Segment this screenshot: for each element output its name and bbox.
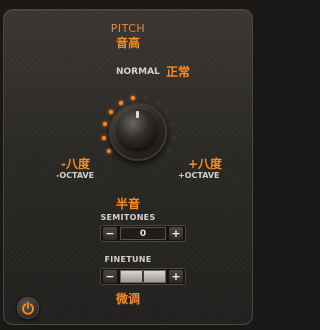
knob-led [165, 110, 169, 114]
knob-led [103, 122, 107, 126]
knob-led [109, 110, 113, 114]
octave-knob[interactable] [98, 92, 178, 172]
normal-label-cn: 正常 [166, 65, 191, 79]
power-button[interactable] [17, 297, 39, 319]
minus-octave-label-cn: -八度 [61, 157, 90, 171]
knob-led [107, 149, 111, 153]
knob-pointer [136, 111, 139, 118]
semitones-stepper: − 0 + [100, 225, 186, 242]
knob-led [156, 101, 160, 105]
knob-led [144, 96, 148, 100]
semitones-decrement-button[interactable]: − [103, 227, 117, 240]
plus-octave-label-cn: +八度 [188, 157, 223, 171]
power-icon [22, 301, 34, 315]
semitones-increment-button[interactable]: + [169, 227, 183, 240]
pitch-title-cn: 音高 [115, 36, 140, 50]
plus-octave-label: +OCTAVE [178, 171, 220, 180]
knob-led [102, 136, 106, 140]
finetune-center-mark [142, 271, 144, 282]
finetune-control: − + [100, 268, 186, 285]
pitch-panel: PITCH 音高 NORMAL 正常 -八度 -OCTAVE +八度 +OCTA… [3, 9, 253, 325]
finetune-label-cn: 微调 [115, 292, 140, 306]
semitones-label-cn: 半音 [115, 197, 140, 211]
knob-led [171, 122, 175, 126]
minus-octave-label: -OCTAVE [56, 171, 95, 180]
finetune-label: FINETUNE [104, 255, 152, 264]
knob-led [119, 101, 123, 105]
knob-led [167, 149, 171, 153]
knob-led [172, 136, 176, 140]
finetune-slider[interactable] [120, 270, 166, 283]
knob-led [131, 96, 135, 100]
finetune-decrement-button[interactable]: − [103, 270, 117, 283]
finetune-increment-button[interactable]: + [169, 270, 183, 283]
semitones-value[interactable]: 0 [120, 227, 166, 240]
normal-label: NORMAL [116, 67, 160, 77]
semitones-label: SEMITONES [100, 213, 156, 222]
